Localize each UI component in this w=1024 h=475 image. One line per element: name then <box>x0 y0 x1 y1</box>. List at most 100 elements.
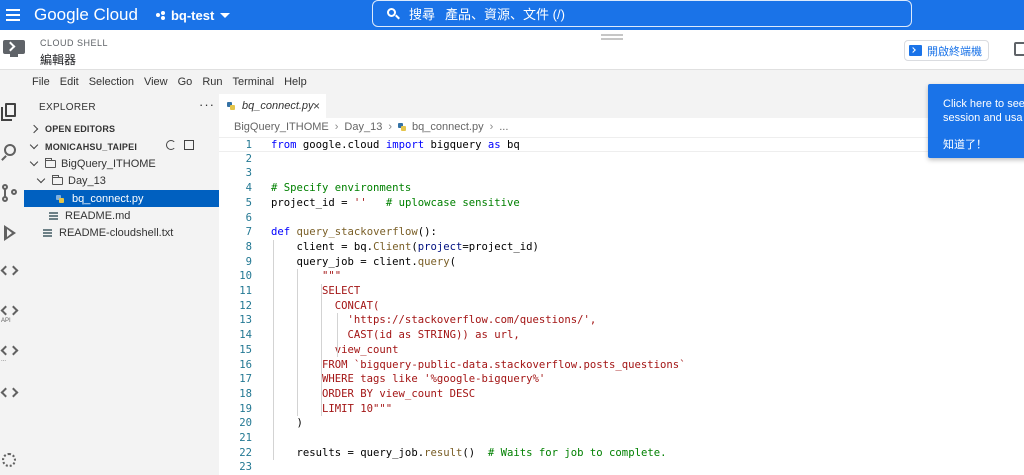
refresh-icon[interactable] <box>166 140 176 150</box>
top-app-bar: Google Cloud bq-test 搜尋 產品、資源、文件 (/) <box>0 0 1024 30</box>
collapse-all-icon[interactable] <box>184 140 194 150</box>
search-label: 搜尋 <box>409 7 436 22</box>
google-cloud-logo[interactable]: Google Cloud <box>34 5 138 25</box>
code-line[interactable]: 18 ORDER BY view_count DESC <box>219 387 1024 402</box>
notification-message[interactable]: Click here to see session and usa <box>943 97 1024 125</box>
menu-help[interactable]: Help <box>284 76 307 88</box>
chevron-down-icon <box>220 12 231 18</box>
tree-item-label: README.md <box>65 209 131 222</box>
indent-guide <box>297 269 298 417</box>
tree-item-bigquery-ithome[interactable]: BigQuery_ITHOME <box>24 155 219 172</box>
line-number: 6 <box>245 211 252 224</box>
tree-item-day-13[interactable]: Day_13 <box>24 172 219 189</box>
menu-go[interactable]: Go <box>178 76 193 88</box>
code-line[interactable]: 12 CONCAT( <box>219 299 1024 314</box>
open-terminal-button[interactable]: 開啟終端機 <box>904 40 989 61</box>
menu-selection[interactable]: Selection <box>89 76 134 88</box>
code-line[interactable]: 14 CAST(id as STRING)) as url, <box>219 328 1024 343</box>
code-line[interactable]: 3 <box>219 166 1024 181</box>
cloud-shell-bar: CLOUD SHELL 編輯器 開啟終端機 <box>0 30 1024 70</box>
code-line[interactable]: 2 <box>219 152 1024 167</box>
explorer-header: EXPLORER ··· <box>24 97 219 116</box>
chevron-right-icon: › <box>489 121 494 133</box>
code-text: project_id = '' # uplowcase sensitive <box>271 196 520 209</box>
menu-terminal[interactable]: Terminal <box>233 76 275 88</box>
code-line[interactable]: 19 LIMIT 10""" <box>219 402 1024 417</box>
code-text: view_count <box>271 343 399 356</box>
line-number: 8 <box>245 240 252 253</box>
code-line[interactable]: 10 """ <box>219 269 1024 284</box>
code-text: ORDER BY view_count DESC <box>271 387 476 400</box>
line-number: 15 <box>239 343 252 356</box>
editor-label: 編輯器 <box>40 53 77 67</box>
tree-item-label: README-cloudshell.txt <box>59 226 174 239</box>
cloud-shell-editor-window: Google Cloud bq-test 搜尋 產品、資源、文件 (/) CLO… <box>0 0 1024 475</box>
open-editors-label: OPEN EDITORS <box>45 123 116 134</box>
python-file-icon <box>227 102 235 110</box>
code-line[interactable]: 9 query_job = client.query( <box>219 255 1024 270</box>
line-number: 11 <box>239 285 252 297</box>
folder-icon <box>52 174 63 185</box>
menu-edit[interactable]: Edit <box>60 76 79 88</box>
search-bar[interactable]: 搜尋 產品、資源、文件 (/) <box>372 0 912 27</box>
code-line[interactable]: 5 project_id = '' # uplowcase sensitive <box>219 196 1024 211</box>
workspace-section[interactable]: MONICAHSU_TAIPEI <box>24 138 219 155</box>
cloud-run-icon[interactable] <box>0 344 19 358</box>
source-control-icon[interactable] <box>1 184 19 202</box>
code-line[interactable]: 17 WHERE tags like '%google-bigquery%' <box>219 372 1024 387</box>
resize-handle[interactable] <box>601 34 623 42</box>
line-number: 19 <box>239 402 252 415</box>
code-line[interactable]: 8 client = bq.Client(project=project_id) <box>219 240 1024 255</box>
line-number: 13 <box>239 314 252 327</box>
chevron-down-icon <box>36 174 46 184</box>
kubernetes-icon[interactable] <box>0 386 19 400</box>
menu-run[interactable]: Run <box>202 76 222 88</box>
tree-item-readme-cloudshell[interactable]: README-cloudshell.txt <box>24 224 219 241</box>
more-actions-icon[interactable]: ··· <box>199 97 215 112</box>
breadcrumb-item[interactable]: bq_connect.py <box>412 121 484 133</box>
tree-item-readme[interactable]: README.md <box>24 207 219 224</box>
menu-file[interactable]: File <box>32 76 50 88</box>
code-text: CONCAT( <box>271 299 380 312</box>
workspace-actions <box>166 140 194 150</box>
line-number: 14 <box>239 329 252 342</box>
line-number: 5 <box>245 196 252 209</box>
code-line[interactable]: 1 from google.cloud import bigquery as bq <box>219 137 1024 152</box>
code-line[interactable]: 21 <box>219 431 1024 446</box>
code-line[interactable]: 22 results = query_job.result() # Waits … <box>219 446 1024 461</box>
code-line[interactable]: 11 SELECT <box>219 284 1024 299</box>
breadcrumb-item[interactable]: Day_13 <box>344 121 382 133</box>
code-text: 'https://stackoverflow.com/questions/', <box>271 314 597 327</box>
code-line[interactable]: 20 ) <box>219 416 1024 431</box>
code-line[interactable]: 13 'https://stackoverflow.com/questions/… <box>219 313 1024 328</box>
code-line[interactable]: 23 <box>219 460 1024 475</box>
tree-item-bq-connect[interactable]: bq_connect.py <box>24 190 219 207</box>
open-editors-section[interactable]: OPEN EDITORS <box>24 120 219 137</box>
indent-guide <box>321 284 322 417</box>
breadcrumb-item[interactable]: BigQuery_ITHOME <box>234 121 329 133</box>
line-number: 10 <box>239 270 252 283</box>
breadcrumb-item[interactable]: ... <box>499 121 508 133</box>
run-debug-icon[interactable] <box>1 224 19 242</box>
project-icon <box>155 10 165 20</box>
cloud-code-icon[interactable] <box>0 264 19 278</box>
gear-icon[interactable] <box>2 453 16 467</box>
tab-bq-connect[interactable]: bq_connect.py × <box>219 94 326 118</box>
code-text: query_job = client.query( <box>271 255 456 268</box>
open-in-new-window-icon[interactable] <box>1014 42 1024 56</box>
dismiss-button[interactable]: 知道了！ <box>943 136 987 152</box>
code-line[interactable]: 6 <box>219 211 1024 226</box>
code-line[interactable]: 16 FROM `bigquery-public-data.stackoverf… <box>219 358 1024 373</box>
code-line[interactable]: 15 view_count <box>219 343 1024 358</box>
project-selector[interactable]: bq-test <box>155 8 231 23</box>
line-number: 21 <box>239 432 252 444</box>
menu-icon[interactable] <box>6 9 20 21</box>
code-line[interactable]: 4 # Specify environments <box>219 181 1024 196</box>
code-line[interactable]: 7 def query_stackoverflow(): <box>219 225 1024 240</box>
close-icon[interactable]: × <box>313 99 320 113</box>
explorer-icon[interactable] <box>1 103 19 121</box>
search-view-icon[interactable] <box>1 144 19 162</box>
cloud-api-icon[interactable] <box>0 304 19 318</box>
code-text: FROM `bigquery-public-data.stackoverflow… <box>271 358 686 371</box>
menu-view[interactable]: View <box>144 76 168 88</box>
